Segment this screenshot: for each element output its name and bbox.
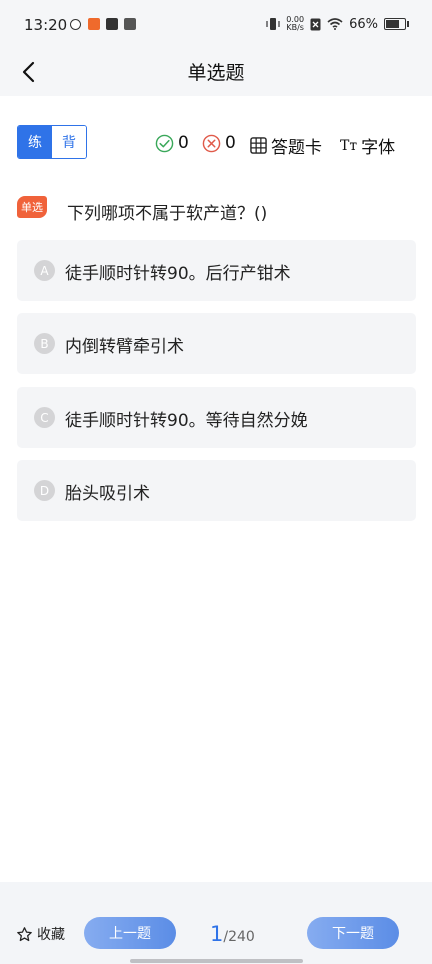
home-indicator[interactable]	[130, 959, 303, 963]
no-sim-icon	[310, 18, 321, 30]
wrong-stat: 0	[202, 133, 236, 153]
prev-question-button[interactable]: 上一题	[84, 917, 176, 949]
font-size-button[interactable]: Tт 字体	[340, 133, 396, 159]
wifi-icon	[327, 18, 343, 30]
question-text: 下列哪项不属于软产道？()	[67, 204, 268, 224]
answer-card-label: 答题卡	[271, 138, 322, 158]
question-type-badge: 单选	[17, 196, 47, 218]
option-letter: A	[34, 260, 55, 281]
battery-icon	[384, 18, 409, 30]
cross-circle-icon	[202, 134, 221, 152]
bottom-bar: 收藏 上一题 1/240 下一题	[0, 882, 432, 964]
option-b[interactable]: B 内倒转臂牵引术	[17, 313, 416, 374]
star-icon	[17, 926, 32, 941]
page-title: 单选题	[187, 62, 245, 84]
nav-bar: 单选题	[0, 48, 432, 96]
status-time: 13:20	[24, 16, 68, 34]
battery-level	[386, 20, 400, 28]
answer-card-button[interactable]: 答题卡	[250, 133, 322, 158]
option-text: 徒手顺时针转90。等待自然分娩	[65, 411, 308, 431]
option-d[interactable]: D 胎头吸引术	[17, 460, 416, 521]
font-icon: Tт	[340, 137, 358, 154]
mail-icon	[124, 18, 136, 30]
mode-switch[interactable]: 练 背	[17, 125, 87, 159]
battery-text: 66%	[349, 16, 378, 32]
status-bar: 13:20 0.00 KB/s 66%	[0, 0, 432, 48]
app-notification-icon	[88, 18, 100, 30]
option-letter: B	[34, 333, 55, 354]
font-label: 字体	[361, 138, 396, 158]
mode-memorize-tab[interactable]: 背	[52, 126, 86, 158]
wrong-count: 0	[225, 133, 236, 153]
page-counter: 1/240	[210, 922, 255, 946]
app-notification-icon	[70, 19, 81, 30]
app-notification-icon	[106, 18, 118, 30]
option-letter: C	[34, 407, 55, 428]
current-page: 1	[210, 922, 224, 946]
option-text: 徒手顺时针转90。后行产钳术	[65, 264, 291, 284]
option-letter: D	[34, 480, 55, 501]
grid-card-icon	[250, 137, 267, 154]
option-text: 胎头吸引术	[65, 484, 150, 504]
next-question-button[interactable]: 下一题	[307, 917, 399, 949]
question-toolbar: 练 背 0 0 答题卡 Tт 字体	[0, 96, 432, 186]
option-c[interactable]: C 徒手顺时针转90。等待自然分娩	[17, 387, 416, 448]
net-speed: 0.00 KB/s	[286, 15, 305, 32]
correct-count: 0	[178, 133, 189, 153]
check-circle-icon	[155, 134, 174, 152]
status-right: 0.00 KB/s 66%	[266, 15, 409, 32]
favorite-button[interactable]: 收藏	[16, 924, 65, 944]
favorite-label: 收藏	[37, 927, 65, 943]
mode-practice-tab[interactable]: 练	[18, 126, 52, 158]
total-pages: /240	[223, 929, 255, 945]
correct-stat: 0	[155, 133, 189, 153]
option-a[interactable]: A 徒手顺时针转90。后行产钳术	[17, 240, 416, 301]
vibrate-icon	[266, 18, 280, 30]
option-text: 内倒转臂牵引术	[65, 337, 184, 357]
